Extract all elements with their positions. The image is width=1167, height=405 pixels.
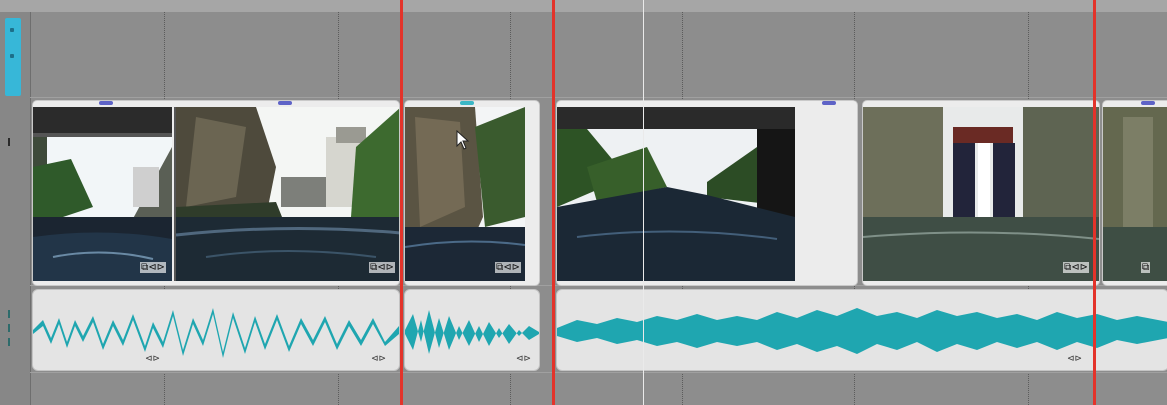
audio-clip[interactable]: ⊲⊳	[556, 289, 1167, 371]
lane-divider	[30, 372, 1167, 373]
video-clip[interactable]: ⧉	[1102, 100, 1167, 286]
trim-handle[interactable]	[460, 101, 474, 105]
video-clip[interactable]: ⧉⊲⊳	[404, 100, 540, 286]
track-select-tab[interactable]	[5, 18, 21, 96]
timeline-marker[interactable]	[552, 0, 555, 405]
clip-fx-icon[interactable]: ⧉⊲⊳	[495, 262, 521, 273]
clip-thumbnail: ⧉⊲⊳	[863, 107, 1099, 281]
clip-fx-icon[interactable]: ⧉⊲⊳	[1063, 262, 1089, 273]
video-track-label	[6, 130, 16, 190]
audio-clip[interactable]: ⊲⊳ ⊲⊳	[32, 289, 400, 371]
clip-fx-icon[interactable]: ⧉⊲⊳	[140, 262, 166, 273]
mouse-pointer-icon	[456, 130, 470, 150]
audio-waveform	[33, 308, 399, 358]
clip-thumbnail: ⧉⊲⊳	[33, 107, 172, 281]
clip-fx-icon[interactable]: ⧉⊲⊳	[369, 262, 395, 273]
lane-divider	[30, 97, 1167, 98]
video-clip[interactable]: ⧉⊲⊳	[862, 100, 1100, 286]
audio-fx-icon[interactable]: ⊲⊳	[371, 354, 386, 364]
tab-marker-icon	[10, 28, 14, 32]
trim-handle[interactable]	[278, 101, 292, 105]
video-clip[interactable]	[556, 100, 858, 286]
trim-handle[interactable]	[99, 101, 113, 105]
audio-fx-icon[interactable]: ⊲⊳	[145, 354, 160, 364]
timeline-marker[interactable]	[1093, 0, 1096, 405]
video-clip-group[interactable]: ⧉⊲⊳ ⧉⊲⊳	[32, 100, 400, 286]
timeline-panel[interactable]: ⧉⊲⊳ ⧉⊲⊳ ⧉⊲⊳ ⧉⊲⊳ ⧉ ⊲⊳ ⊲⊳ ⊲⊳ ⊲⊳	[0, 0, 1167, 405]
clip-fx-icon[interactable]: ⧉	[1141, 262, 1151, 273]
audio-fx-icon[interactable]: ⊲⊳	[1067, 354, 1082, 364]
audio-clip[interactable]: ⊲⊳	[404, 289, 540, 371]
tab-marker-icon	[10, 54, 14, 58]
trim-handle[interactable]	[1141, 101, 1155, 105]
timeline-marker[interactable]	[400, 0, 403, 405]
timeline-ruler[interactable]	[0, 0, 1167, 12]
clip-thumbnail: ⧉	[1103, 107, 1167, 281]
audio-track-label	[6, 300, 16, 360]
audio-fx-icon[interactable]: ⊲⊳	[516, 354, 531, 364]
playhead[interactable]	[643, 0, 644, 405]
trim-handle[interactable]	[822, 101, 836, 105]
clip-thumbnail	[557, 107, 795, 281]
clip-thumbnail: ⧉⊲⊳	[174, 107, 399, 281]
